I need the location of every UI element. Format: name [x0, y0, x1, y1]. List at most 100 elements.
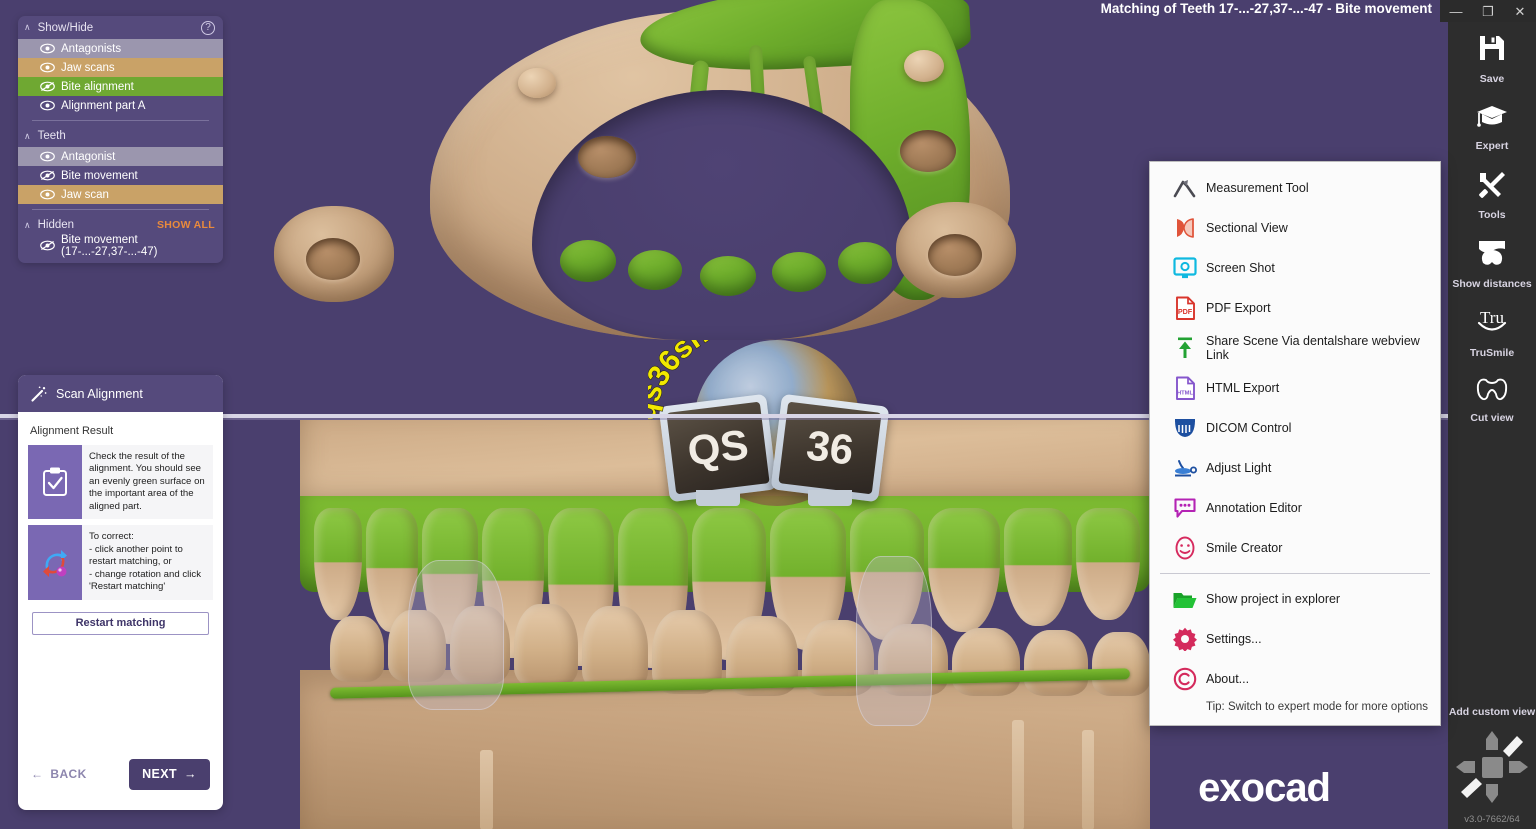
- eye-visible-icon[interactable]: [40, 189, 56, 200]
- menu-item-smile-creator[interactable]: Smile Creator: [1150, 528, 1440, 568]
- show-hide-title: Show/Hide: [37, 21, 94, 34]
- toolbar-item-label: Expert: [1475, 140, 1509, 152]
- implant-post: [1012, 720, 1024, 829]
- lower-tooth: [330, 616, 384, 682]
- dicom-control-icon: [1164, 417, 1206, 439]
- folder-open-icon: [1164, 589, 1206, 610]
- layer-item-jaw-scans[interactable]: Jaw scans: [18, 58, 223, 77]
- restart-matching-button[interactable]: Restart matching: [32, 611, 209, 635]
- menu-item-about[interactable]: About...: [1150, 659, 1440, 699]
- layer-item-bite-movement-hidden[interactable]: Bite movement (17-...-27,37-...-47): [18, 234, 223, 258]
- wizard-card-text: Check the result of the alignment. You s…: [89, 451, 205, 512]
- bite-model[interactable]: [300, 420, 1150, 829]
- toolbar-item-save[interactable]: Save: [1448, 22, 1536, 91]
- menu-item-adjust-light[interactable]: Adjust Light: [1150, 448, 1440, 488]
- chevron-up-icon[interactable]: ∧: [24, 220, 31, 231]
- layer-item-antagonists[interactable]: Antagonists: [18, 39, 223, 58]
- eye-hidden-icon[interactable]: [40, 240, 56, 251]
- menu-item-screen-shot[interactable]: Screen Shot: [1150, 248, 1440, 288]
- back-button[interactable]: ← BACK: [31, 767, 119, 781]
- adjust-light-icon: [1164, 457, 1206, 479]
- save-icon: [1477, 33, 1507, 68]
- arch-boss-right: [904, 50, 944, 82]
- arrow-right-icon: →: [184, 767, 197, 781]
- help-icon[interactable]: ?: [201, 20, 215, 35]
- navigation-cube[interactable]: [1449, 724, 1535, 810]
- show-all-button[interactable]: SHOW ALL: [157, 219, 215, 231]
- right-toolbar[interactable]: Save Expert Tools Show distances Tru Tru…: [1448, 22, 1536, 829]
- chevron-up-icon[interactable]: ∧: [24, 22, 31, 33]
- minimize-icon[interactable]: —: [1441, 5, 1471, 18]
- alignment-green-tooth-b: [628, 250, 682, 290]
- toolbar-item-cut-view[interactable]: Cut view: [1448, 365, 1536, 430]
- toolbar-item-expert[interactable]: Expert: [1448, 91, 1536, 158]
- toolbar-item-label: Save: [1479, 73, 1505, 85]
- lower-tooth: [952, 628, 1020, 696]
- menu-item-label: Smile Creator: [1206, 541, 1283, 555]
- menu-item-label: Sectional View: [1206, 221, 1288, 235]
- divider: [32, 209, 209, 210]
- layer-item-bite-movement[interactable]: Bite movement: [18, 166, 223, 185]
- menu-item-label: Annotation Editor: [1206, 501, 1302, 515]
- menu-item-show-project-in-explorer[interactable]: Show project in explorer: [1150, 579, 1440, 619]
- next-button-label: NEXT: [142, 767, 178, 781]
- next-button[interactable]: NEXT →: [129, 758, 210, 790]
- wizard-card-check-result: Check the result of the alignment. You s…: [28, 445, 213, 520]
- menu-item-measurement-tool[interactable]: Measurement Tool: [1150, 168, 1440, 208]
- layer-item-antagonist[interactable]: Antagonist: [18, 147, 223, 166]
- toolbar-item-tools[interactable]: Tools: [1448, 158, 1536, 227]
- menu-item-label: PDF Export: [1206, 301, 1271, 315]
- layer-item-alignment-part-a[interactable]: Alignment part A: [18, 96, 223, 115]
- eye-hidden-icon[interactable]: [40, 170, 56, 181]
- layer-item-bite-alignment[interactable]: Bite alignment: [18, 77, 223, 96]
- gear-icon: [1164, 627, 1206, 651]
- menu-item-annotation-editor[interactable]: Annotation Editor: [1150, 488, 1440, 528]
- measurement-tool-icon: [1164, 177, 1206, 199]
- alignment-green-tooth-c: [700, 256, 756, 296]
- wizard-footer: ← BACK NEXT →: [18, 748, 223, 810]
- toolbar-item-trusmile[interactable]: Tru TruSmile: [1448, 296, 1536, 365]
- group-title: Hidden: [37, 219, 75, 231]
- menu-item-label: Settings...: [1206, 632, 1262, 646]
- menu-item-dicom-control[interactable]: DICOM Control: [1150, 408, 1440, 448]
- upper-jaw-model[interactable]: [260, 0, 1160, 420]
- layer-item-jaw-scan[interactable]: Jaw scan: [18, 185, 223, 204]
- alignment-green-tooth-e: [838, 242, 892, 284]
- toolbar-item-show-distances[interactable]: Show distances: [1448, 227, 1536, 296]
- layer-label: Jaw scan: [61, 188, 109, 201]
- eye-hidden-icon[interactable]: [40, 81, 56, 92]
- eye-visible-icon[interactable]: [40, 151, 56, 162]
- toolbar-item-label: Show distances: [1452, 278, 1532, 290]
- context-menu[interactable]: Measurement Tool Sectional View Screen S…: [1149, 161, 1441, 726]
- menu-item-share-scene[interactable]: Share Scene Via dentalshare webview Link: [1150, 328, 1440, 368]
- menu-item-label: Screen Shot: [1206, 261, 1275, 275]
- group-header-teeth[interactable]: ∧ Teeth: [18, 125, 223, 147]
- arch-boss-left: [518, 68, 556, 98]
- eye-visible-icon[interactable]: [40, 62, 56, 73]
- menu-item-settings[interactable]: Settings...: [1150, 619, 1440, 659]
- menu-item-sectional-view[interactable]: Sectional View: [1150, 208, 1440, 248]
- lower-tooth: [1024, 630, 1088, 696]
- scan-alignment-panel[interactable]: Scan Alignment Alignment Result Check th…: [18, 375, 223, 810]
- show-hide-header[interactable]: ∧ Show/Hide ?: [18, 16, 223, 39]
- add-custom-view-label: Add custom view: [1448, 706, 1536, 718]
- smile-creator-icon: [1164, 536, 1206, 560]
- show-hide-panel[interactable]: ∧ Show/Hide ? Antagonists Jaw scans Bite…: [18, 16, 223, 263]
- chevron-up-icon[interactable]: ∧: [24, 131, 31, 142]
- maximize-icon[interactable]: ❐: [1473, 5, 1503, 18]
- close-icon[interactable]: ✕: [1505, 5, 1535, 18]
- upper-tooth: [1004, 508, 1072, 626]
- upper-tooth: [1076, 508, 1140, 620]
- magic-wand-icon: [30, 385, 48, 403]
- alignment-green-tooth-d: [772, 252, 826, 292]
- menu-item-pdf-export[interactable]: PDF PDF Export: [1150, 288, 1440, 328]
- eye-visible-icon[interactable]: [40, 100, 56, 111]
- eye-visible-icon[interactable]: [40, 43, 56, 54]
- add-custom-view-section[interactable]: Add custom view v3.0-7662/64: [1448, 706, 1536, 829]
- alignment-result-label: Alignment Result: [30, 425, 114, 437]
- layer-label: Bite alignment: [61, 80, 134, 93]
- menu-item-html-export[interactable]: HTML HTML Export: [1150, 368, 1440, 408]
- wizard-card-correct: To correct: - click another point to res…: [28, 525, 213, 600]
- menu-tip-text: Tip: Switch to expert mode for more opti…: [1206, 701, 1429, 713]
- wizard-header: Scan Alignment: [18, 375, 223, 412]
